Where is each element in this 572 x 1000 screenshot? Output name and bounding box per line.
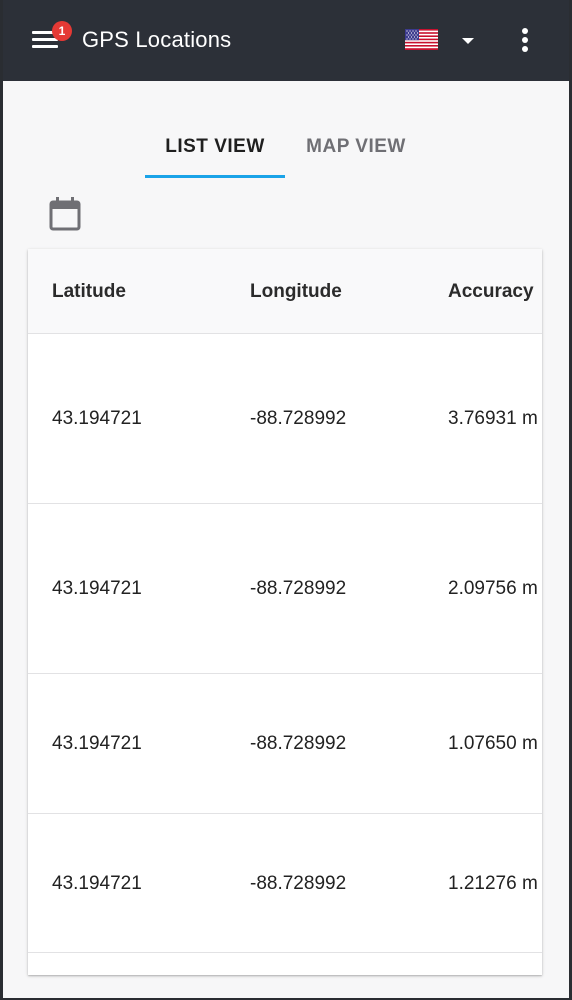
tab-list-view[interactable]: LIST VIEW [145,116,285,178]
more-options-icon[interactable] [513,26,537,54]
longitude-cell: -88.728992 [250,578,347,599]
calendar-icon[interactable] [48,196,82,232]
column-header-accuracy[interactable]: Accuracy [448,281,534,303]
accuracy-cell: 2.09756 m [448,578,538,599]
accuracy-cell: 1.07650 m [448,733,538,754]
chevron-down-icon[interactable] [458,34,478,48]
accuracy-cell: 3.76931 m [448,408,538,429]
us-flag-icon[interactable] [405,29,438,50]
longitude-cell: -88.728992 [250,408,347,429]
longitude-cell: -88.728992 [250,733,347,754]
column-header-latitude[interactable]: Latitude [52,281,126,303]
hamburger-icon-line [32,45,58,48]
view-tabs: LIST VIEW MAP VIEW [145,116,427,178]
table-row[interactable]: 43.194721 -88.728992 2.09756 m [28,504,542,674]
table-header: Latitude Longitude Accuracy [28,249,542,334]
table-row[interactable]: 43.194721 -88.728992 3.76931 m [28,334,542,504]
locations-table: Latitude Longitude Accuracy 43.194721 -8… [28,249,542,975]
latitude-cell: 43.194721 [52,733,142,754]
column-header-longitude[interactable]: Longitude [250,281,342,303]
latitude-cell: 43.194721 [52,873,142,894]
app-screen: 1 GPS Locations LIST VIEW MAP VIEW Latit… [3,0,569,998]
table-row[interactable]: 43.194721 -88.728992 1.21276 m [28,814,542,953]
table-row[interactable]: 43.194721 -88.728992 1.07650 m [28,674,542,814]
accuracy-cell: 1.21276 m [448,873,538,894]
app-title: GPS Locations [82,27,232,52]
notification-badge: 1 [52,21,72,41]
menu-button[interactable]: 1 [30,21,72,54]
app-bar: 1 GPS Locations [3,0,569,81]
tab-map-view[interactable]: MAP VIEW [285,116,427,178]
latitude-cell: 43.194721 [52,408,142,429]
latitude-cell: 43.194721 [52,578,142,599]
hamburger-icon-line [32,38,58,41]
longitude-cell: -88.728992 [250,873,347,894]
